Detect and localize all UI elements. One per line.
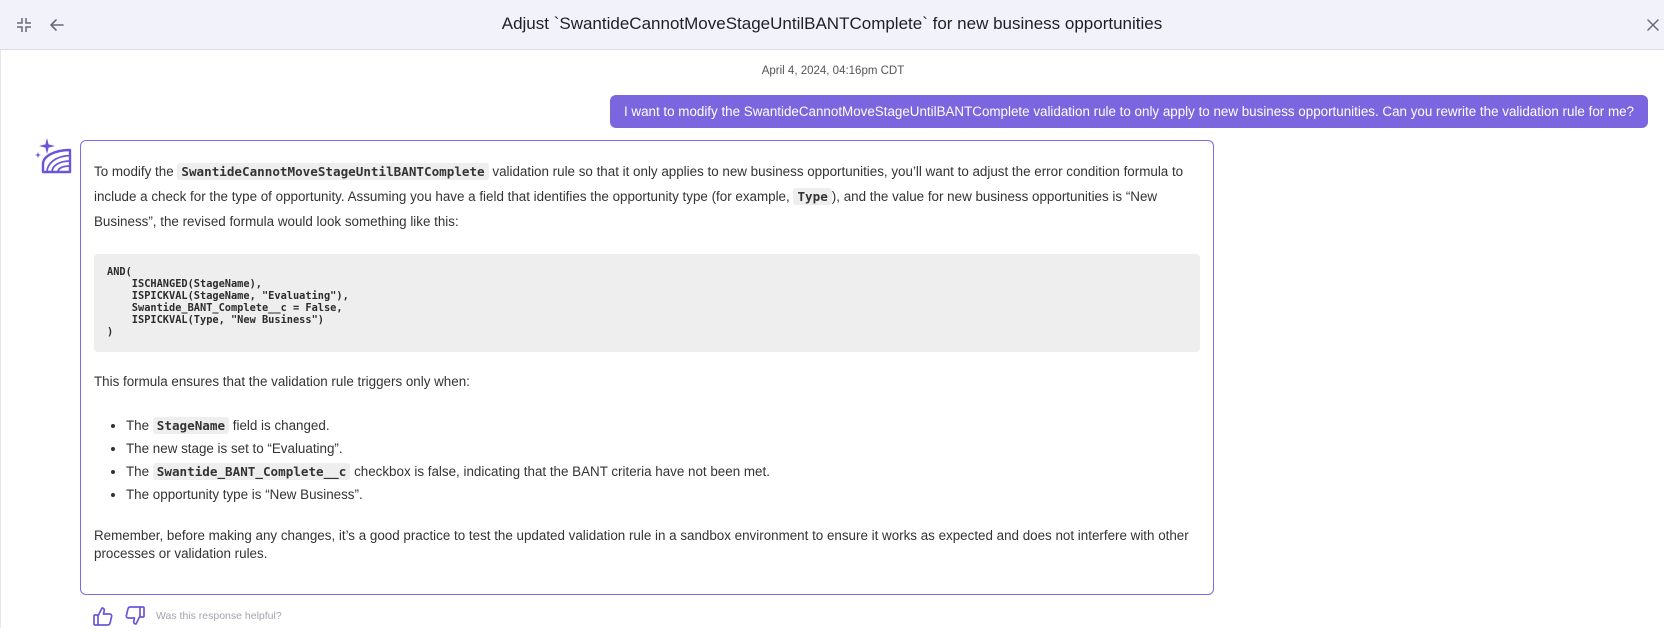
chat-thread[interactable]: April 4, 2024, 04:16pm CDT I want to mod…: [0, 50, 1664, 628]
close-icon[interactable]: [1640, 12, 1664, 38]
response-intro: To modify the SwantideCannotMoveStageUnt…: [94, 163, 1184, 229]
list-item: The Swantide_BANT_Complete__c checkbox i…: [126, 460, 1200, 483]
list-item: The opportunity type is “New Business”.: [126, 483, 1200, 506]
response-closing: Remember, before making any changes, it’…: [94, 528, 1189, 561]
conversation-title: Adjust `SwantideCannotMoveStageUntilBANT…: [501, 14, 1163, 33]
message-timestamp: April 4, 2024, 04:16pm CDT: [761, 65, 905, 77]
response-explanation: This formula ensures that the validation…: [94, 374, 470, 389]
response-feedback: Was this response helpful?: [92, 605, 282, 627]
list-item: The StageName field is changed.: [126, 414, 1200, 437]
inline-code-type: Type: [793, 188, 832, 205]
list-item: The new stage is set to “Evaluating”.: [126, 437, 1200, 460]
condition-list: The StageName field is changed. The new …: [126, 414, 1200, 506]
inline-code-stagename: StageName: [152, 417, 230, 434]
inline-code-bant-field: Swantide_BANT_Complete__c: [152, 463, 351, 480]
thumbs-down-icon[interactable]: [124, 605, 146, 627]
user-message: I want to modify the SwantideCannotMoveS…: [609, 95, 1648, 128]
thumbs-up-icon[interactable]: [92, 605, 114, 627]
assistant-response: To modify the SwantideCannotMoveStageUnt…: [80, 140, 1214, 595]
feedback-prompt: Was this response helpful?: [156, 610, 282, 622]
chat-header: Adjust `SwantideCannotMoveStageUntilBANT…: [0, 0, 1664, 50]
inline-code-rule-name: SwantideCannotMoveStageUntilBANTComplete: [177, 163, 489, 180]
swantide-logo-icon: [33, 136, 73, 176]
formula-code-block[interactable]: AND( ISCHANGED(StageName), ISPICKVAL(Sta…: [94, 254, 1200, 352]
